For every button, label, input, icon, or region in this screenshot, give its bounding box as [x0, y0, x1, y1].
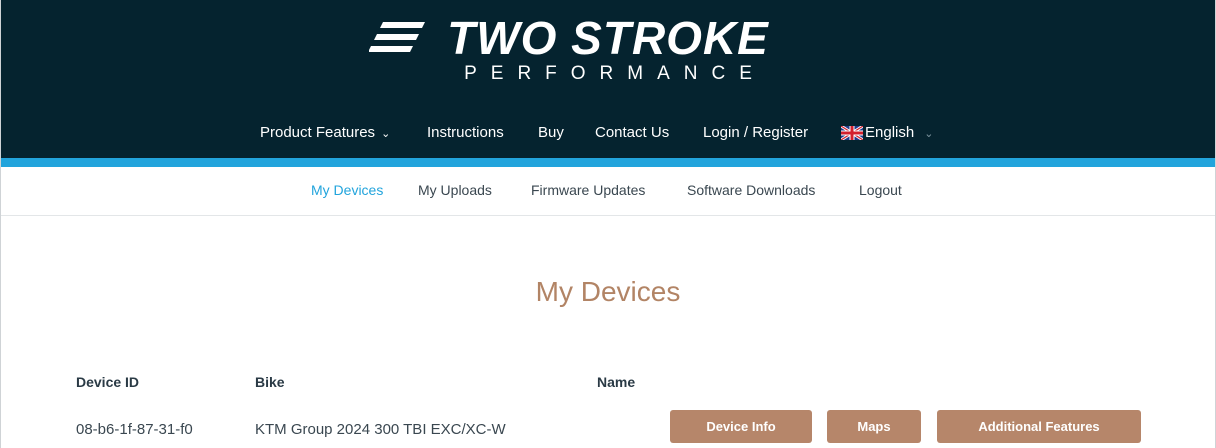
nav-login-register[interactable]: Login / Register	[703, 122, 808, 144]
nav-contact-us[interactable]: Contact Us	[595, 122, 669, 144]
nav-product-features-label: Product Features	[260, 124, 376, 141]
additional-features-button[interactable]: Additional Features	[937, 410, 1141, 443]
site-header: TWO STROKE PERFORMANCE Product Features ⌄…	[1, 0, 1215, 158]
nav-buy[interactable]: Buy	[538, 122, 564, 144]
device-id-cell: 08-b6-1f-87-31-f0	[76, 421, 193, 438]
tab-my-uploads[interactable]: My Uploads	[418, 182, 492, 198]
language-selector[interactable]: English ⌄	[841, 122, 933, 145]
accent-bar	[1, 158, 1215, 167]
bike-cell: KTM Group 2024 300 TBI EXC/XC-W	[255, 421, 506, 438]
tab-my-devices[interactable]: My Devices	[311, 182, 383, 198]
column-header-bike: Bike	[255, 374, 285, 390]
chevron-down-icon: ⌄	[924, 128, 934, 140]
main-nav: Product Features ⌄ Instructions Buy Conta…	[1, 122, 1215, 144]
uk-flag-icon	[841, 126, 863, 141]
device-info-button[interactable]: Device Info	[670, 410, 812, 443]
brand-logo-text[interactable]: TWO STROKE	[1, 12, 1215, 64]
nav-instructions[interactable]: Instructions	[427, 122, 504, 144]
account-subnav: My Devices My Uploads Firmware Updates S…	[1, 167, 1215, 216]
tab-logout[interactable]: Logout	[859, 182, 902, 198]
brand-tagline: PERFORMANCE	[464, 63, 766, 84]
language-label: English	[865, 124, 915, 141]
tab-software-downloads[interactable]: Software Downloads	[687, 182, 815, 198]
tab-firmware-updates[interactable]: Firmware Updates	[531, 182, 645, 198]
page-title: My Devices	[535, 276, 681, 307]
nav-product-features[interactable]: Product Features ⌄	[260, 122, 390, 145]
column-header-name: Name	[597, 374, 636, 390]
column-header-device-id: Device ID	[76, 374, 140, 390]
chevron-down-icon: ⌄	[381, 128, 391, 140]
maps-button[interactable]: Maps	[827, 410, 921, 443]
